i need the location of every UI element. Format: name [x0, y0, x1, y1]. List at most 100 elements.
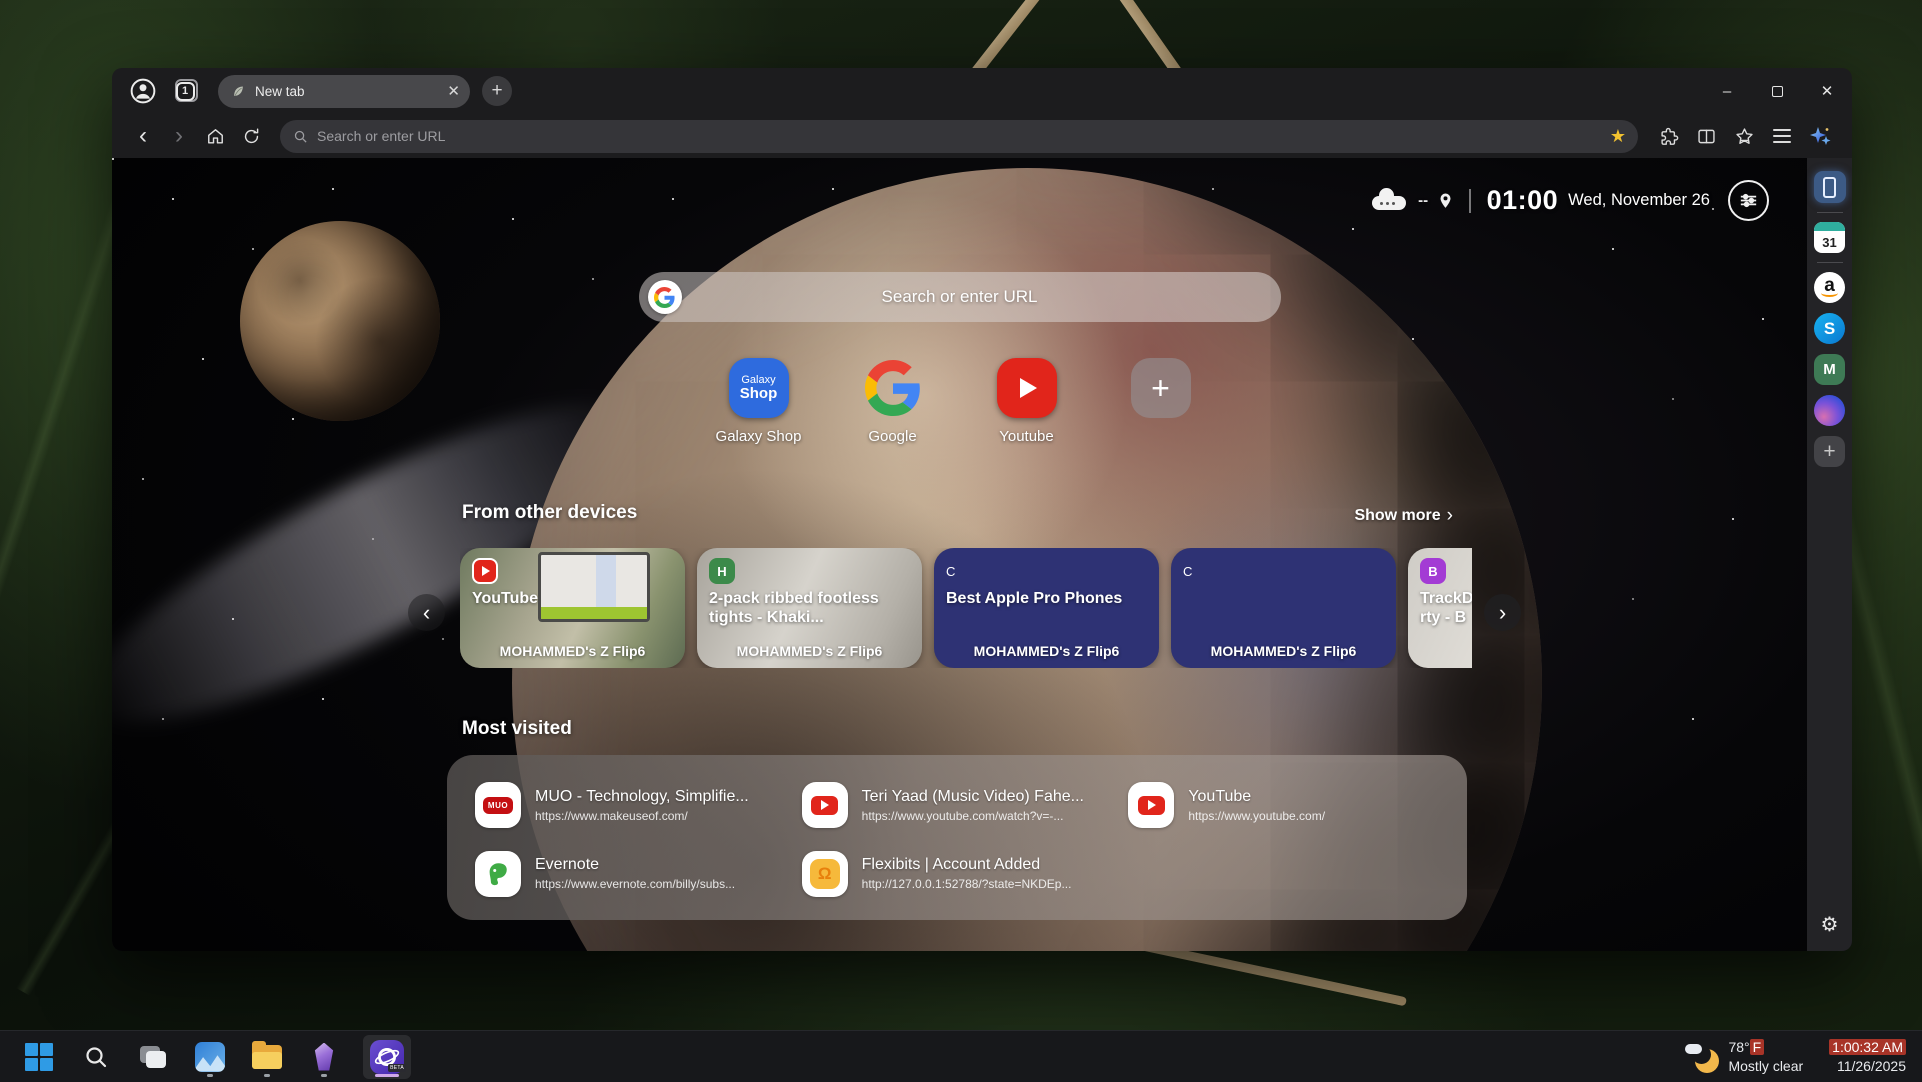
close-button[interactable]: ✕: [1802, 68, 1852, 114]
beta-tag: BETA: [388, 1064, 406, 1072]
tab-close-icon[interactable]: ✕: [447, 82, 460, 100]
sidebar-phone-button[interactable]: [1814, 171, 1846, 203]
home-button[interactable]: [198, 119, 232, 153]
weather-temp: 78°: [1728, 1039, 1749, 1055]
device-cards-carousel: YouTube MOHAMMED's Z Flip6 H 2-pack ribb…: [460, 548, 1472, 668]
most-visited-item[interactable]: Teri Yaad (Music Video) Fahe... https://…: [802, 771, 1129, 840]
hamburger-icon: [1773, 129, 1791, 143]
page-settings-gear-icon[interactable]: ⚙: [1821, 912, 1839, 937]
new-tab-button[interactable]: +: [482, 76, 512, 106]
status-widget: -- 01:00 Wed, November 26: [1372, 180, 1769, 221]
split-view-button[interactable]: [1688, 119, 1724, 153]
weather-temp-unit: F: [1750, 1039, 1765, 1055]
sidebar-calendar-button[interactable]: 31: [1814, 222, 1845, 253]
site-badge: C: [946, 558, 972, 584]
location-pin-icon[interactable]: [1438, 192, 1453, 210]
divider: [1817, 212, 1843, 213]
search-icon: [84, 1045, 108, 1069]
desktop: 1 New tab ✕ + – ✕ ‹ ›: [0, 0, 1922, 1082]
taskbar-tray: 78°F Mostly clear 1:00:32 AM 11/26/2025: [1685, 1038, 1922, 1076]
sidebar-add-button[interactable]: +: [1814, 436, 1845, 467]
carousel-next-button[interactable]: ›: [1484, 594, 1521, 631]
carousel-prev-button[interactable]: ‹: [408, 594, 445, 631]
taskbar-date: 11/26/2025: [1829, 1057, 1906, 1076]
divider: [1469, 189, 1471, 213]
tab-count: 1: [176, 82, 195, 101]
taskbar-photos-app[interactable]: [192, 1035, 228, 1079]
quick-access-add[interactable]: +: [1118, 358, 1204, 418]
widget-settings-button[interactable]: [1728, 180, 1769, 221]
youtube-icon: [1128, 782, 1174, 828]
device-card[interactable]: C MOHAMMED's Z Flip6: [1171, 548, 1396, 668]
profile-button[interactable]: [126, 74, 160, 108]
back-button[interactable]: ‹: [126, 119, 160, 153]
taskbar-weather-widget[interactable]: 78°F Mostly clear: [1685, 1038, 1803, 1076]
site-badge: C: [1183, 558, 1209, 584]
quick-access-youtube[interactable]: Youtube: [984, 358, 1070, 445]
edge-panel-sidebar: 31 a S M + ⚙: [1807, 158, 1852, 951]
show-more-link[interactable]: Show more ›: [1354, 505, 1453, 527]
tab-manager-button[interactable]: 1: [168, 74, 202, 108]
most-visited-item[interactable]: Evernote https://www.evernote.com/billy/…: [475, 840, 802, 909]
minimize-button[interactable]: –: [1702, 68, 1752, 114]
site-title: Teri Yaad (Music Video) Fahe...: [862, 788, 1084, 806]
sidebar-skype-button[interactable]: S: [1814, 313, 1845, 344]
quick-access-galaxy-shop[interactable]: Galaxy Shop Galaxy Shop: [716, 358, 802, 445]
taskbar-clock[interactable]: 1:00:32 AM 11/26/2025: [1829, 1038, 1906, 1076]
task-view-button[interactable]: [135, 1035, 171, 1079]
weather-condition: Mostly clear: [1728, 1057, 1803, 1076]
favorites-button[interactable]: [1726, 119, 1762, 153]
sidebar-amazon-button[interactable]: a: [1814, 272, 1845, 303]
search-bar[interactable]: Search or enter URL: [639, 272, 1281, 322]
menu-button[interactable]: [1764, 119, 1800, 153]
site-url: https://www.makeuseof.com/: [535, 809, 749, 823]
card-device-label: MOHAMMED's Z Flip6: [460, 643, 685, 659]
add-shortcut-icon: +: [1131, 358, 1191, 418]
extensions-button[interactable]: [1650, 119, 1686, 153]
quick-access-google[interactable]: Google: [850, 358, 936, 445]
taskbar-apps: BETA: [0, 1035, 411, 1079]
new-tab-page: -- 01:00 Wed, November 26: [112, 158, 1852, 951]
most-visited-item[interactable]: YouTube https://www.youtube.com/: [1128, 771, 1455, 840]
phone-icon: [1823, 177, 1836, 198]
card-thumbnail: [538, 552, 650, 622]
bookmark-star-icon[interactable]: ★: [1610, 126, 1626, 147]
most-visited-item[interactable]: MUO MUO - Technology, Simplifie... https…: [475, 771, 802, 840]
device-card[interactable]: H 2-pack ribbed footless tights - Khaki.…: [697, 548, 922, 668]
device-card[interactable]: YouTube MOHAMMED's Z Flip6: [460, 548, 685, 668]
taskbar-gem-app[interactable]: [306, 1035, 342, 1079]
youtube-icon: [802, 782, 848, 828]
taskbar-samsung-internet[interactable]: BETA: [363, 1035, 411, 1079]
youtube-badge-icon: [472, 558, 498, 584]
most-visited-item[interactable]: Ω Flexibits | Account Added http://127.0…: [802, 840, 1129, 909]
taskbar-file-explorer[interactable]: [249, 1035, 285, 1079]
url-bar[interactable]: Search or enter URL ★: [280, 120, 1638, 153]
puzzle-icon: [1658, 126, 1679, 147]
quick-access-row: Galaxy Shop Galaxy Shop: [716, 358, 1204, 445]
maximize-button[interactable]: [1752, 68, 1802, 114]
running-indicator: [321, 1074, 327, 1077]
sidebar-colorful-app-button[interactable]: [1814, 395, 1845, 426]
devices-section-title: From other devices: [462, 502, 637, 524]
google-g-icon: [863, 358, 923, 418]
tab-new-tab[interactable]: New tab ✕: [218, 75, 470, 108]
site-title: MUO - Technology, Simplifie...: [535, 788, 749, 806]
site-badge: B: [1420, 558, 1446, 584]
reload-button[interactable]: [234, 119, 268, 153]
search-placeholder: Search or enter URL: [639, 287, 1281, 307]
start-button[interactable]: [21, 1035, 57, 1079]
sidebar-m-app-button[interactable]: M: [1814, 354, 1845, 385]
weather-cloud-icon[interactable]: [1372, 191, 1408, 211]
divider: [1817, 262, 1843, 263]
muo-icon: MUO: [475, 782, 521, 828]
browsing-assist-button[interactable]: [1802, 119, 1838, 153]
evernote-icon: [475, 851, 521, 897]
card-device-label: MOHAMMED's Z Flip6: [697, 643, 922, 659]
sliders-icon: [1737, 189, 1760, 212]
taskbar-search-button[interactable]: [78, 1035, 114, 1079]
card-title: 2-pack ribbed footless tights - Khaki...: [709, 589, 910, 627]
device-card[interactable]: C Best Apple Pro Phones MOHAMMED's Z Fli…: [934, 548, 1159, 668]
forward-button[interactable]: ›: [162, 119, 196, 153]
tab-strip: 1 New tab ✕ + – ✕: [112, 68, 1852, 114]
device-card[interactable]: B TrackD rty - B M: [1408, 548, 1472, 668]
